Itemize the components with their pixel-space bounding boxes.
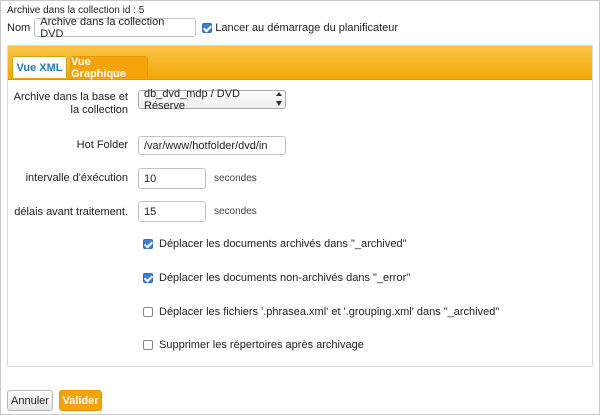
select-up-arrow-icon <box>276 92 282 96</box>
tab-graphic-view[interactable]: Vue Graphique <box>70 56 148 80</box>
submit-button[interactable]: Valider <box>59 390 102 411</box>
cancel-button[interactable]: Annuler <box>7 390 53 411</box>
select-down-arrow-icon <box>276 101 282 106</box>
option-checkbox[interactable] <box>143 307 153 317</box>
option-checkbox[interactable] <box>143 239 153 249</box>
hotfolder-label: Hot Folder <box>76 139 128 151</box>
archive-label: Archive dans la base et la collection <box>13 91 128 116</box>
tab-xml-view[interactable]: Vue XML <box>12 56 67 78</box>
name-input[interactable]: Archive dans la collection DVD <box>34 16 197 40</box>
delay-unit: secondes <box>214 206 257 217</box>
option-label: Déplacer les fichiers '.phrasea.xml' et … <box>159 306 500 318</box>
interval-input[interactable]: 10 <box>138 168 206 189</box>
option-move-error[interactable]: Déplacer les documents non-archivés dans… <box>143 272 410 284</box>
delay-input[interactable]: 15 <box>138 201 206 222</box>
name-row: Nom Archive dans la collection DVD Lance… <box>7 16 398 40</box>
delay-label: délais avant traitement. <box>14 206 128 218</box>
interval-unit: secondes <box>214 173 257 184</box>
option-move-xml-files[interactable]: Déplacer les fichiers '.phrasea.xml' et … <box>143 306 499 318</box>
scheduler-label: Lancer au démarrage du planificateur <box>215 21 399 34</box>
archive-select[interactable]: db_dvd_mdp / DVD Réserve <box>138 87 286 112</box>
option-checkbox[interactable] <box>143 340 153 350</box>
settings-panel: Vue XML Vue Graphique Archive dans la ba… <box>7 45 593 367</box>
option-checkbox[interactable] <box>143 273 153 283</box>
option-label: Déplacer les documents archivés dans "_a… <box>159 238 407 250</box>
name-label: Nom <box>7 21 31 34</box>
option-label: Supprimer les répertoires après archivag… <box>159 339 364 351</box>
dialog-title: Archive dans la collection id : 5 <box>7 5 145 16</box>
option-delete-folders[interactable]: Supprimer les répertoires après archivag… <box>143 339 364 351</box>
tab-bar: Vue XML Vue Graphique <box>8 46 592 80</box>
scheduler-checkbox[interactable] <box>202 22 213 33</box>
option-move-archived[interactable]: Déplacer les documents archivés dans "_a… <box>143 238 407 250</box>
option-label: Déplacer les documents non-archivés dans… <box>159 272 411 284</box>
archive-select-value: db_dvd_mdp / DVD Réserve <box>144 87 240 112</box>
hotfolder-input[interactable]: /var/www/hotfolder/dvd/in <box>138 136 286 155</box>
scheduler-toggle[interactable]: Lancer au démarrage du planificateur <box>202 22 398 34</box>
interval-label: intervalle d'éxécution <box>25 172 128 184</box>
